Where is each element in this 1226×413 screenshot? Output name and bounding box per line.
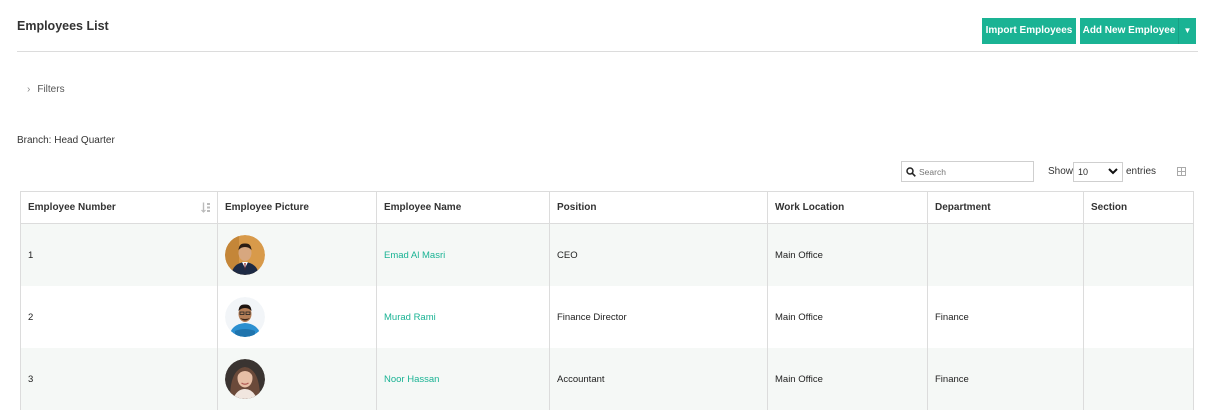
table-row[interactable]: 2 Murad Rami Finance Director Main Offic… bbox=[20, 286, 1194, 348]
employee-name-link[interactable]: Emad Al Masri bbox=[376, 223, 550, 286]
chevron-down-icon bbox=[1108, 167, 1118, 177]
employee-picture-cell bbox=[217, 223, 377, 286]
page-length-value: 10 bbox=[1078, 167, 1089, 177]
column-header-employee-name[interactable]: Employee Name bbox=[376, 191, 550, 224]
caret-down-icon: ▼ bbox=[1183, 26, 1192, 35]
page-length-select[interactable]: 10 bbox=[1073, 162, 1123, 182]
columns-toggle-icon[interactable] bbox=[1177, 167, 1186, 176]
employee-avatar bbox=[225, 359, 265, 399]
work-location-cell: Main Office bbox=[767, 348, 928, 410]
employees-table: Employee Number Employee Picture Employe… bbox=[20, 191, 1194, 410]
position-cell: CEO bbox=[549, 223, 768, 286]
column-header-employee-picture[interactable]: Employee Picture bbox=[217, 191, 377, 224]
employee-number-cell: 2 bbox=[20, 286, 218, 348]
search-icon bbox=[906, 166, 916, 177]
column-header-position[interactable]: Position bbox=[549, 191, 768, 224]
branch-label: Branch: Head Quarter bbox=[17, 135, 115, 146]
column-header-section[interactable]: Section bbox=[1083, 191, 1194, 224]
table-row[interactable]: 3 Noor Hassan Accountant Main Office Fin… bbox=[20, 348, 1194, 410]
work-location-cell: Main Office bbox=[767, 223, 928, 286]
work-location-cell: Main Office bbox=[767, 286, 928, 348]
column-header-work-location[interactable]: Work Location bbox=[767, 191, 928, 224]
add-options-dropdown-button[interactable]: ▼ bbox=[1178, 18, 1196, 44]
section-cell bbox=[1083, 348, 1194, 410]
table-row[interactable]: 1 Emad Al Masri CEO Main Office bbox=[20, 223, 1194, 286]
filters-label: Filters bbox=[37, 84, 65, 95]
search-input[interactable] bbox=[919, 166, 1019, 177]
show-label: Show bbox=[1048, 166, 1074, 177]
employee-name-link[interactable]: Murad Rami bbox=[376, 286, 550, 348]
employee-picture-cell bbox=[217, 348, 377, 410]
employee-name-link[interactable]: Noor Hassan bbox=[376, 348, 550, 410]
entries-label: entries bbox=[1126, 166, 1157, 177]
import-employees-button[interactable]: Import Employees bbox=[982, 18, 1076, 44]
filters-toggle[interactable]: › Filters bbox=[27, 84, 65, 95]
employee-avatar bbox=[225, 297, 265, 337]
employee-avatar bbox=[225, 235, 265, 275]
add-new-employee-button[interactable]: Add New Employee bbox=[1080, 18, 1178, 44]
search-box[interactable] bbox=[901, 161, 1034, 182]
section-cell bbox=[1083, 223, 1194, 286]
table-header-row: Employee Number Employee Picture Employe… bbox=[20, 191, 1194, 224]
column-header-department[interactable]: Department bbox=[927, 191, 1084, 224]
sort-icon bbox=[201, 202, 210, 213]
department-cell: Finance bbox=[927, 348, 1084, 410]
header-divider bbox=[17, 51, 1198, 52]
chevron-right-icon: › bbox=[27, 84, 31, 95]
employee-number-cell: 1 bbox=[20, 223, 218, 286]
column-header-employee-number[interactable]: Employee Number bbox=[20, 191, 218, 224]
department-cell bbox=[927, 223, 1084, 286]
position-cell: Finance Director bbox=[549, 286, 768, 348]
employee-picture-cell bbox=[217, 286, 377, 348]
page-title: Employees List bbox=[17, 19, 109, 33]
position-cell: Accountant bbox=[549, 348, 768, 410]
department-cell: Finance bbox=[927, 286, 1084, 348]
section-cell bbox=[1083, 286, 1194, 348]
employee-number-cell: 3 bbox=[20, 348, 218, 410]
